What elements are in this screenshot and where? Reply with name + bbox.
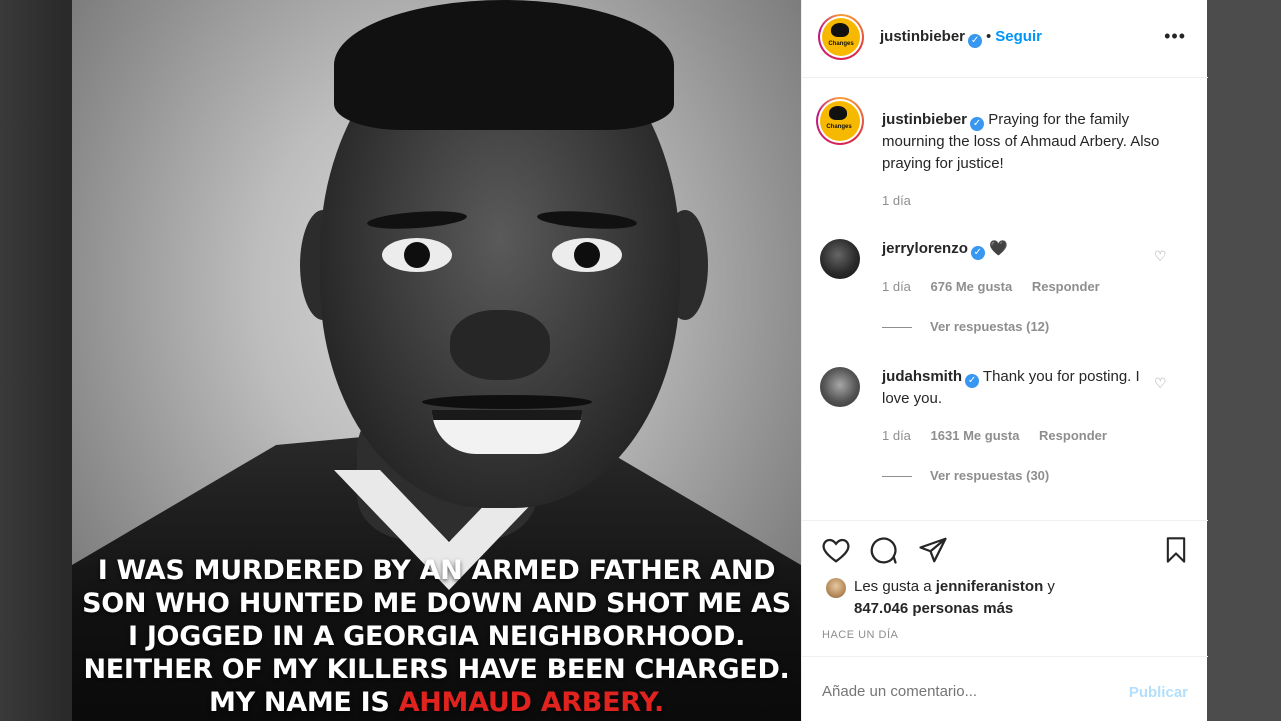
header-user: justinbieber ✓ • Seguir (880, 28, 1042, 48)
stage: I WAS MURDERED BY AN ARMED FATHER AND SO… (0, 0, 1281, 721)
caption-time[interactable]: 1 día (882, 193, 911, 208)
avatar[interactable] (816, 97, 864, 145)
likes-prefix: Les gusta a (854, 578, 936, 595)
caption-line: I WAS MURDERED BY AN ARMED FATHER AND (97, 555, 776, 586)
hair-shape (334, 0, 674, 130)
nose-shape (450, 310, 550, 380)
reply-button[interactable]: Responder (1039, 428, 1107, 443)
follow-button[interactable]: Seguir (995, 28, 1042, 45)
post-header: justinbieber✓•Seguir ••• (802, 0, 1208, 78)
verified-badge-icon: ✓ (965, 374, 980, 388)
caption-prefix: MY NAME IS (209, 687, 399, 718)
separator-dot: • (986, 28, 992, 45)
avatar[interactable] (818, 14, 864, 60)
verified-badge-icon: ✓ (970, 117, 985, 131)
caption-line: SON WHO HUNTED ME DOWN AND SHOT ME AS (82, 588, 791, 619)
caption-line-last: MY NAME IS AHMAUD ARBERY. (72, 686, 801, 719)
avatar[interactable] (820, 239, 860, 279)
add-comment-bar: Publicar (802, 656, 1208, 721)
username-link[interactable]: jerrylorenzo (882, 240, 968, 257)
reply-button[interactable]: Responder (1032, 279, 1100, 294)
smile-shape (432, 410, 582, 454)
comment-time[interactable]: 1 día (882, 428, 911, 443)
comment-body: 🖤 (989, 240, 1008, 257)
share-paper-plane-icon[interactable] (918, 535, 948, 565)
likes-count-link[interactable]: 847.046 personas más (854, 600, 1013, 617)
more-options-icon[interactable]: ••• (1164, 26, 1186, 47)
like-heart-icon[interactable] (820, 535, 852, 565)
replies-divider (882, 327, 912, 329)
caption-line: NEITHER OF MY KILLERS HAVE BEEN CHARGED. (83, 654, 790, 685)
view-replies-button[interactable]: Ver respuestas (30) (882, 468, 1049, 483)
mustache-shape (422, 395, 592, 409)
like-comment-heart-icon[interactable]: ♡ (1154, 248, 1168, 264)
save-bookmark-icon[interactable] (1162, 535, 1190, 565)
comment-likes[interactable]: 1631 Me gusta (931, 428, 1020, 443)
post-timestamp[interactable]: HACE UN DÍA (822, 629, 898, 641)
username-link[interactable]: justinbieber (882, 111, 967, 128)
replies-divider (882, 476, 912, 478)
liker-avatar[interactable] (826, 578, 846, 598)
liker-username-link[interactable]: jenniferaniston (936, 578, 1044, 595)
caption-line: I JOGGED IN A GEORGIA NEIGHBORHOOD. (127, 621, 746, 652)
comment-text: judahsmith ✓ Thank you for posting. I lov… (882, 366, 1142, 410)
eye-right (552, 238, 622, 272)
comment-likes[interactable]: 676 Me gusta (931, 279, 1013, 294)
caption-highlight: AHMAUD ARBERY. (398, 687, 665, 718)
duck-logo-icon (820, 101, 860, 141)
avatar[interactable] (820, 367, 860, 407)
comment-input[interactable] (822, 683, 1102, 700)
view-replies-label: Ver respuestas (30) (930, 468, 1050, 483)
caption-text: justinbieber ✓ Praying for the family mou… (882, 109, 1172, 175)
verified-badge-icon: ✓ (970, 246, 985, 260)
comment-meta: 1 día 676 Me gusta Responder (882, 279, 1116, 294)
comment-bubble-icon[interactable] (868, 535, 898, 565)
verified-badge-icon: ✓ (968, 34, 983, 48)
view-replies-label: Ver respuestas (12) (930, 319, 1050, 334)
comments-list[interactable]: justinbieber✓ Praying for the family mou… (802, 79, 1208, 519)
caption-meta: 1 día (882, 193, 927, 208)
comment-meta: 1 día 1631 Me gusta Responder (882, 428, 1123, 443)
like-comment-heart-icon[interactable]: ♡ (1154, 375, 1168, 391)
post-side-panel: justinbieber✓•Seguir ••• justinbieber✓ P… (801, 0, 1208, 721)
likes-summary: Les gusta a jenniferaniston y 847.046 pe… (854, 576, 1055, 620)
publish-button[interactable]: Publicar (1129, 684, 1188, 701)
likes-middle: y (1043, 578, 1055, 595)
post-image-caption: I WAS MURDERED BY AN ARMED FATHER AND SO… (72, 554, 801, 719)
username-link[interactable]: judahsmith (882, 368, 962, 385)
duck-logo-icon (822, 18, 860, 56)
comment-text: jerrylorenzo ✓ 🖤 (882, 238, 1172, 260)
backdrop-right (1207, 0, 1281, 721)
eye-left (382, 238, 452, 272)
comment-time[interactable]: 1 día (882, 279, 911, 294)
username-link[interactable]: justinbieber (880, 28, 965, 45)
view-replies-button[interactable]: Ver respuestas (12) (882, 319, 1049, 334)
